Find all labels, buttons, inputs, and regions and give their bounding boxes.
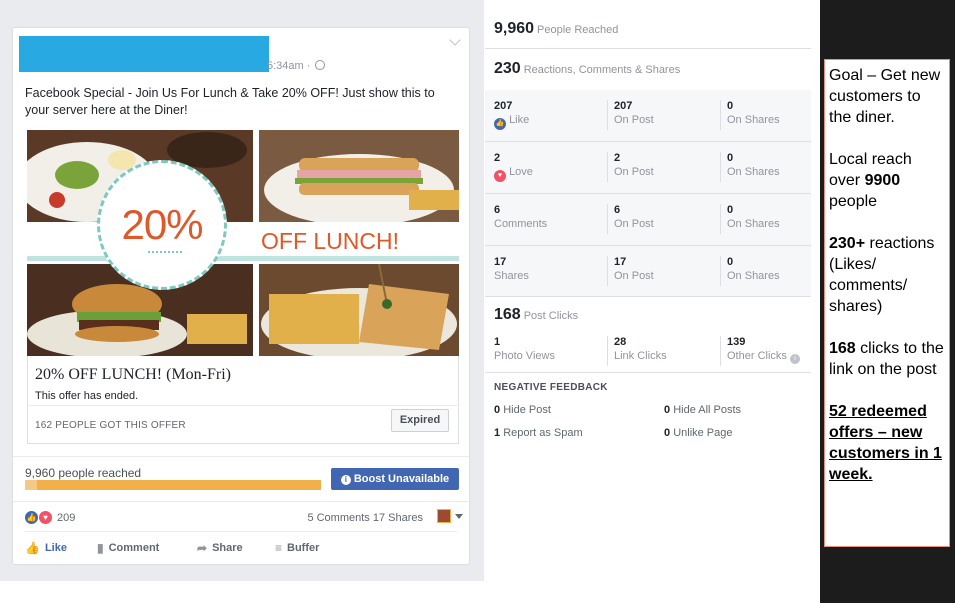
comment-share-counts[interactable]: 5 Comments 17 Shares [307,512,423,524]
reactions-breakdown-grid: 207 👍 Like 207 On Post 0 On Shares 2 ♥ Love … [485,90,811,296]
people-reached-label: 9,960 people reached [25,466,142,480]
reach-progress-bar [25,480,321,490]
food-photo-sandwich [259,130,459,222]
offer-percent-badge: 20% [97,160,227,290]
neg-report-spam: 1 Report as Spam [494,427,583,439]
share-button[interactable]: ➦ Share [197,541,243,555]
like-button[interactable]: 👍 Like [25,541,67,555]
divider [485,48,811,49]
divider [13,501,469,502]
post-card: 5:34am · Facebook Special - Join Us For … [12,27,470,565]
expired-button[interactable]: Expired [391,409,449,432]
buffer-icon: ≡ [275,541,283,555]
offer-claim-count: 162 PEOPLE GOT THIS OFFER [35,420,186,431]
share-arrow-icon: ➦ [197,541,208,555]
info-icon: i [340,475,351,485]
comment-button[interactable]: ▮ Comment [97,541,159,555]
goal-text: Goal – Get new customers to the diner. [829,67,941,126]
divider [25,531,457,532]
page-avatar-icon[interactable] [437,509,451,523]
divider [27,405,459,406]
neg-hide-post: 0 Hide Post [494,404,551,416]
offer-percent-text: 20% [121,201,203,248]
off-lunch-text: OFF LUNCH! [261,228,399,254]
post-text: Facebook Special - Join Us For Lunch & T… [25,86,435,117]
love-react-icon: ♥ [39,511,52,524]
buffer-button[interactable]: ≡ Buffer [275,541,319,555]
like-react-icon: 👍 [25,511,38,524]
divider [485,372,811,373]
goal-clicks: 168 clicks to the link on the post [829,340,944,378]
divider [485,296,811,297]
reactions-count: 209 [57,511,76,524]
stat-row-shares: 17 Shares 17 On Post 0 On Shares [485,246,811,298]
chevron-down-icon[interactable] [455,514,463,519]
goal-result: 52 redeemed offers – new customers in 1 … [829,403,942,483]
stat-row-love: 2 ♥ Love 2 On Post 0 On Shares [485,142,811,194]
people-reached-stat: 9,960 People Reached [494,20,619,37]
food-photo-grilled-cheese [259,264,459,356]
redacted-page-name [19,36,269,72]
badge-dots [148,251,182,253]
boost-unavailable-button[interactable]: i Boost Unavailable [331,468,459,490]
love-icon: ♥ [494,170,506,182]
divider [13,456,469,457]
like-icon: 👍 [494,118,506,130]
stat-row-likes: 207 👍 Like 207 On Post 0 On Shares [485,90,811,142]
reactions-total-stat: 230 Reactions, Comments & Shares [494,60,681,77]
offer-title[interactable]: 20% OFF LUNCH! (Mon-Fri) [35,366,231,384]
offer-image[interactable]: 20% OFF LUNCH! [27,130,459,356]
info-icon[interactable]: i [789,354,800,364]
globe-icon [315,60,326,70]
goal-summary-box: Goal – Get new customers to the diner. L… [824,59,950,547]
neg-unlike-page: 0 Unlike Page [664,427,733,439]
negative-feedback-heading: NEGATIVE FEEDBACK [494,382,608,393]
comment-icon: ▮ [97,541,104,555]
reactions-summary[interactable]: 👍 ♥ 209 [25,511,75,524]
bottom-strip [0,581,820,603]
reach-progress-fill [25,480,37,490]
post-insights-panel: 9,960 People Reached 230 Reactions, Commen… [485,0,811,581]
banner-stripe [27,256,459,261]
neg-hide-all-posts: 0 Hide All Posts [664,404,742,416]
chevron-down-icon[interactable] [449,34,461,46]
goal-reach: Local reach over 9900 people [829,151,912,210]
post-clicks-stat: 168 Post Clicks [494,306,579,323]
offer-status: This offer has ended. [35,390,139,402]
post-timestamp[interactable]: 5:34am · [267,60,326,72]
click-breakdown-row: 1 Photo Views 28 Link Clicks 139 Other Clic… [485,326,811,378]
goal-reactions: 230+ reactions (Likes/ comments/ shares) [829,235,935,315]
thumbs-up-icon: 👍 [25,541,40,555]
stat-row-comments: 6 Comments 6 On Post 0 On Shares [485,194,811,246]
